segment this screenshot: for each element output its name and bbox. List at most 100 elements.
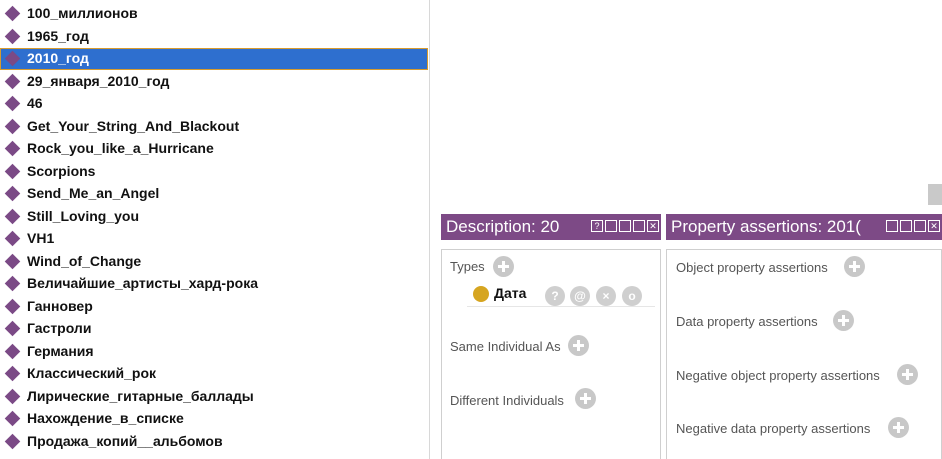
individual-icon [4, 185, 21, 202]
list-item-label: 29_января_2010_год [27, 72, 170, 89]
property-panel-header: Property assertions: 201( ✕ [666, 214, 942, 240]
list-item-label: Германия [27, 342, 94, 359]
help-icon[interactable]: ? [591, 220, 603, 232]
list-item[interactable]: Scorpions [0, 161, 428, 183]
list-item[interactable]: 100_миллионов [0, 3, 428, 25]
property-panel-buttons: ✕ [886, 220, 940, 232]
individual-icon [4, 298, 21, 314]
scrollbar-thumb[interactable] [928, 184, 942, 205]
list-item-label: Нахождение_в_списке [27, 410, 184, 426]
list-item[interactable]: 1965_год [0, 26, 428, 48]
annotations-view [441, 0, 942, 208]
close-icon[interactable]: ✕ [928, 220, 940, 232]
close-icon[interactable]: ✕ [647, 220, 659, 232]
edit-icon[interactable]: o [622, 286, 642, 306]
list-item-label: Классический_рок [27, 365, 157, 381]
explain-icon[interactable]: ? [545, 286, 565, 306]
list-item[interactable]: Still_Loving_you [0, 206, 428, 228]
individual-icon [4, 140, 21, 157]
add-data-property-icon[interactable] [833, 310, 854, 331]
description-panel-body [441, 249, 661, 459]
maximize-icon[interactable] [633, 220, 645, 232]
add-type-icon[interactable] [493, 256, 514, 277]
list-item[interactable]: Rock_you_like_a_Hurricane [0, 138, 428, 160]
individual-icon [4, 50, 21, 67]
individual-icon [4, 5, 21, 22]
individual-icon [4, 118, 21, 134]
individual-icon [4, 73, 21, 89]
individual-icon [4, 28, 21, 44]
list-item[interactable]: Нахождение_в_списке [0, 408, 428, 430]
list-item[interactable]: 2010_год [0, 48, 428, 70]
description-panel-header: Description: 20 ? ✕ [441, 214, 661, 240]
list-item-label: Get_Your_String_And_Blackout [27, 117, 240, 134]
list-item[interactable]: 46 [0, 93, 428, 115]
property-panel-title: Property assertions: 201( [671, 217, 861, 236]
description-panel-title: Description: 20 [446, 217, 560, 236]
list-item[interactable]: Классический_рок [0, 363, 428, 385]
list-item[interactable]: Get_Your_String_And_Blackout [0, 116, 428, 138]
list-item[interactable]: 29_января_2010_год [0, 71, 428, 93]
data-property-label: Data property assertions [676, 314, 818, 329]
different-individuals-label: Different Individuals [450, 393, 564, 408]
type-value[interactable]: Дата [494, 285, 526, 301]
split-vertical-icon[interactable] [886, 220, 898, 232]
list-item-label: Wind_of_Change [27, 252, 142, 269]
list-item-label: Гастроли [27, 320, 92, 336]
individual-icon [4, 388, 21, 404]
list-item[interactable]: Продажа_копий__альбомов [0, 431, 428, 453]
class-icon [473, 286, 489, 302]
object-property-label: Object property assertions [676, 260, 828, 275]
individual-icon [4, 163, 21, 179]
individual-icon [4, 343, 21, 359]
list-item[interactable]: Германия [0, 341, 428, 363]
list-item-label: Продажа_копий__альбомов [27, 432, 223, 449]
list-item-label: 100_миллионов [27, 5, 138, 21]
list-item[interactable]: Гастроли [0, 318, 428, 340]
list-item[interactable]: Ганновер [0, 296, 428, 318]
list-item[interactable]: VH1 [0, 228, 428, 250]
types-label: Types [450, 259, 485, 274]
list-item-label: 1965_год [27, 27, 89, 44]
same-individual-label: Same Individual As [450, 339, 561, 354]
list-item-label: Still_Loving_you [27, 207, 140, 224]
individual-icon [4, 433, 21, 449]
split-horizontal-icon[interactable] [900, 220, 912, 232]
individual-icon [4, 410, 21, 427]
split-horizontal-icon[interactable] [619, 220, 631, 232]
list-item-label: 2010_год [27, 50, 89, 66]
add-different-individual-icon[interactable] [575, 388, 596, 409]
annotate-icon[interactable]: @ [570, 286, 590, 306]
add-negative-data-property-icon[interactable] [888, 417, 909, 438]
list-item-label: Rock_you_like_a_Hurricane [27, 140, 214, 156]
negative-object-property-label: Negative object property assertions [676, 368, 880, 383]
individual-icon [4, 320, 21, 337]
add-same-individual-icon[interactable] [568, 335, 589, 356]
negative-data-property-label: Negative data property assertions [676, 421, 871, 436]
delete-icon[interactable]: × [596, 286, 616, 306]
list-item-label: Величайшие_артисты_хард-рока [27, 275, 258, 291]
add-negative-object-property-icon[interactable] [897, 364, 918, 385]
list-item-label: VH1 [27, 230, 55, 246]
list-item-label: Send_Me_an_Angel [27, 185, 160, 201]
individuals-list[interactable]: 100_миллионов 1965_год 2010_год 29_января_2… [0, 0, 430, 459]
list-item-label: Ганновер [27, 297, 93, 314]
description-panel-buttons: ? ✕ [591, 220, 659, 232]
maximize-icon[interactable] [914, 220, 926, 232]
individual-icon [4, 253, 21, 269]
list-item[interactable]: Send_Me_an_Angel [0, 183, 428, 205]
add-object-property-icon[interactable] [844, 256, 865, 277]
list-item[interactable]: Лирические_гитарные_баллады [0, 386, 428, 408]
list-item-label: Лирические_гитарные_баллады [27, 387, 254, 404]
individual-icon [4, 365, 21, 382]
individual-icon [4, 95, 21, 112]
list-item[interactable]: Величайшие_артисты_хард-рока [0, 273, 428, 295]
individual-icon [4, 275, 21, 292]
list-item-label: 46 [27, 95, 43, 111]
individual-icon [4, 230, 21, 247]
list-item[interactable]: Wind_of_Change [0, 251, 428, 273]
divider [467, 306, 655, 307]
list-item-label: Scorpions [27, 162, 96, 179]
split-vertical-icon[interactable] [605, 220, 617, 232]
individual-icon [4, 208, 21, 224]
